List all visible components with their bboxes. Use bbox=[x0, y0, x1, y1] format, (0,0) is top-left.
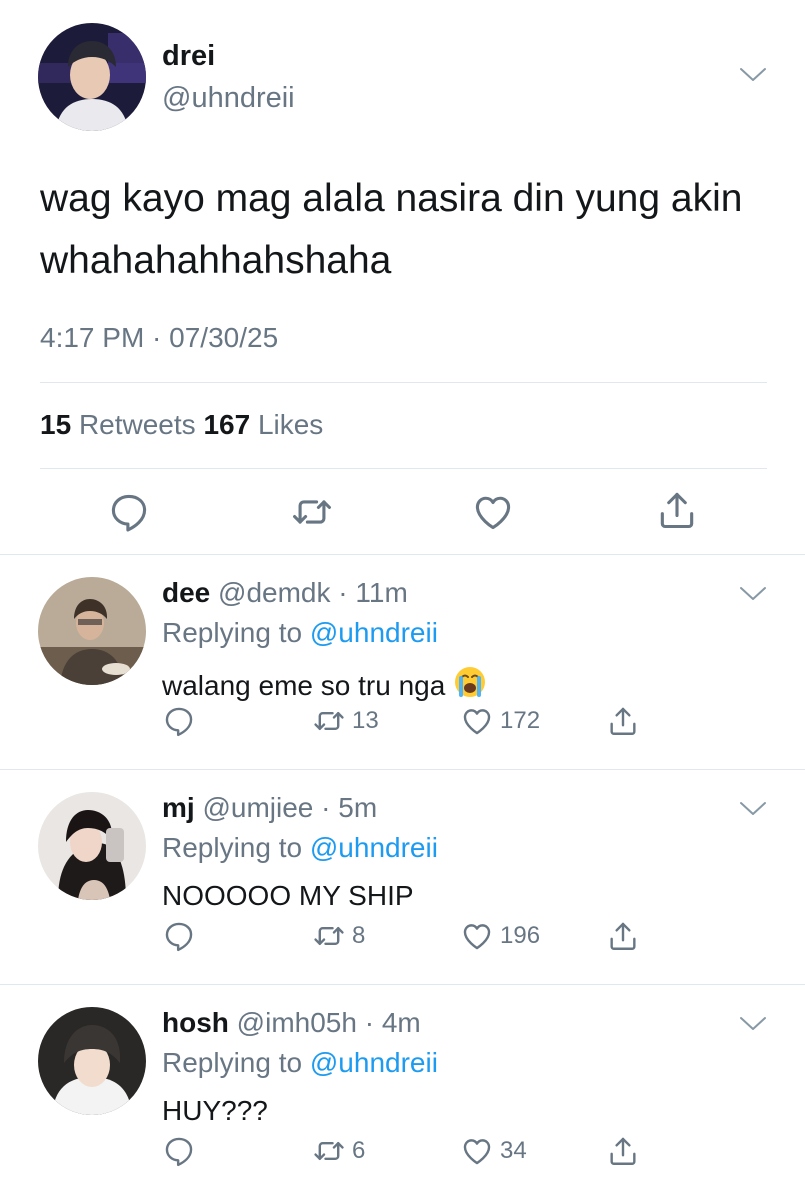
display-name[interactable]: mj bbox=[162, 792, 195, 823]
reply-button[interactable] bbox=[162, 918, 196, 954]
reply-tweet[interactable]: mj @umjiee · 5m Replying to @uhndreii NO… bbox=[0, 770, 805, 985]
retweet-count: 6 bbox=[352, 1137, 366, 1164]
retweet-count: 8 bbox=[352, 922, 366, 949]
reply-text: NOOOOO MY SHIP bbox=[162, 880, 414, 912]
reply-header: hosh @imh05h · 4m bbox=[162, 1007, 421, 1039]
share-button[interactable] bbox=[606, 918, 640, 954]
replying-to: Replying to @uhndreii bbox=[162, 832, 438, 864]
replying-prefix: Replying to bbox=[162, 617, 303, 648]
like-count: 172 bbox=[500, 707, 541, 734]
reply-text-content: NOOOOO MY SHIP bbox=[162, 880, 414, 911]
like-stat[interactable]: 167 Likes bbox=[203, 409, 323, 440]
chevron-down-icon[interactable] bbox=[738, 585, 768, 603]
user-handle[interactable]: @uhndreii bbox=[162, 82, 295, 115]
replying-to: Replying to @uhndreii bbox=[162, 1047, 438, 1079]
reply-text-content: walang eme so tru nga bbox=[162, 669, 446, 701]
retweet-button[interactable]: 6 bbox=[312, 1133, 365, 1169]
tweet-text: wag kayo mag alala nasira din yung akin … bbox=[40, 177, 743, 282]
retweet-button[interactable]: 8 bbox=[312, 918, 365, 954]
reply-actions: 6 34 bbox=[162, 1133, 662, 1173]
replying-to: Replying to @uhndreii bbox=[162, 617, 438, 649]
avatar[interactable] bbox=[38, 792, 146, 900]
reply-icon bbox=[162, 919, 196, 953]
divider bbox=[40, 468, 767, 469]
like-icon[interactable] bbox=[471, 490, 515, 534]
like-count: 196 bbox=[500, 922, 541, 949]
retweet-stat[interactable]: 15 Retweets bbox=[40, 409, 196, 440]
reply-icon[interactable] bbox=[107, 490, 151, 534]
retweet-button[interactable]: 13 bbox=[312, 703, 379, 739]
like-icon bbox=[460, 1134, 494, 1168]
replying-prefix: Replying to bbox=[162, 1047, 303, 1078]
tweet-timestamp[interactable]: 4:17 PM · 07/30/25 bbox=[40, 322, 278, 354]
reply-text: HUY??? bbox=[162, 1095, 268, 1127]
reply-text-content: HUY??? bbox=[162, 1095, 268, 1126]
retweet-icon bbox=[312, 704, 346, 738]
replying-handle-link[interactable]: @uhndreii bbox=[310, 617, 438, 648]
retweet-label: Retweets bbox=[78, 409, 196, 440]
handle-time[interactable]: @demdk · 11m bbox=[218, 577, 408, 608]
avatar[interactable] bbox=[38, 23, 146, 131]
like-count: 34 bbox=[500, 1137, 527, 1164]
like-label: Likes bbox=[257, 409, 324, 440]
chevron-down-icon[interactable] bbox=[738, 66, 768, 84]
share-icon bbox=[606, 919, 640, 953]
share-icon bbox=[606, 704, 640, 738]
like-count: 167 bbox=[203, 409, 251, 440]
retweet-icon[interactable] bbox=[290, 490, 334, 534]
reply-header: dee @demdk · 11m bbox=[162, 577, 408, 609]
reply-header: mj @umjiee · 5m bbox=[162, 792, 377, 824]
reply-button[interactable] bbox=[162, 1133, 196, 1169]
avatar[interactable] bbox=[38, 1007, 146, 1115]
reply-icon bbox=[162, 704, 196, 738]
reply-actions: 13 172 bbox=[162, 703, 662, 743]
like-button[interactable]: 172 bbox=[460, 703, 540, 739]
chevron-down-icon[interactable] bbox=[738, 1015, 768, 1033]
retweet-icon bbox=[312, 919, 346, 953]
like-button[interactable]: 196 bbox=[460, 918, 540, 954]
share-icon bbox=[606, 1134, 640, 1168]
handle-time[interactable]: @imh05h · 4m bbox=[237, 1007, 421, 1038]
handle-time[interactable]: @umjiee · 5m bbox=[202, 792, 377, 823]
display-name[interactable]: hosh bbox=[162, 1007, 229, 1038]
like-button[interactable]: 34 bbox=[460, 1133, 527, 1169]
display-name[interactable]: dee bbox=[162, 577, 210, 608]
replying-handle-link[interactable]: @uhndreii bbox=[310, 1047, 438, 1078]
reply-icon bbox=[162, 1134, 196, 1168]
reply-tweet[interactable]: dee @demdk · 11m Replying to @uhndreii w… bbox=[0, 555, 805, 770]
divider bbox=[40, 382, 767, 383]
crying-emoji bbox=[453, 665, 487, 706]
like-icon bbox=[460, 704, 494, 738]
like-icon bbox=[460, 919, 494, 953]
retweet-count: 13 bbox=[352, 707, 379, 734]
avatar[interactable] bbox=[38, 577, 146, 685]
reply-tweet[interactable]: hosh @imh05h · 4m Replying to @uhndreii … bbox=[0, 985, 805, 1200]
display-name[interactable]: drei bbox=[162, 40, 215, 73]
reply-actions: 8 196 bbox=[162, 918, 662, 958]
main-tweet: drei @uhndreii wag kayo mag alala nasira… bbox=[0, 0, 805, 555]
replying-prefix: Replying to bbox=[162, 832, 303, 863]
replying-handle-link[interactable]: @uhndreii bbox=[310, 832, 438, 863]
chevron-down-icon[interactable] bbox=[738, 800, 768, 818]
share-button[interactable] bbox=[606, 1133, 640, 1169]
reply-button[interactable] bbox=[162, 703, 196, 739]
retweet-icon bbox=[312, 1134, 346, 1168]
share-button[interactable] bbox=[606, 703, 640, 739]
share-icon[interactable] bbox=[655, 488, 699, 532]
retweet-count: 15 bbox=[40, 409, 72, 440]
reply-text: walang eme so tru nga bbox=[162, 665, 487, 706]
tweet-stats: 15 Retweets 167 Likes bbox=[40, 409, 323, 441]
